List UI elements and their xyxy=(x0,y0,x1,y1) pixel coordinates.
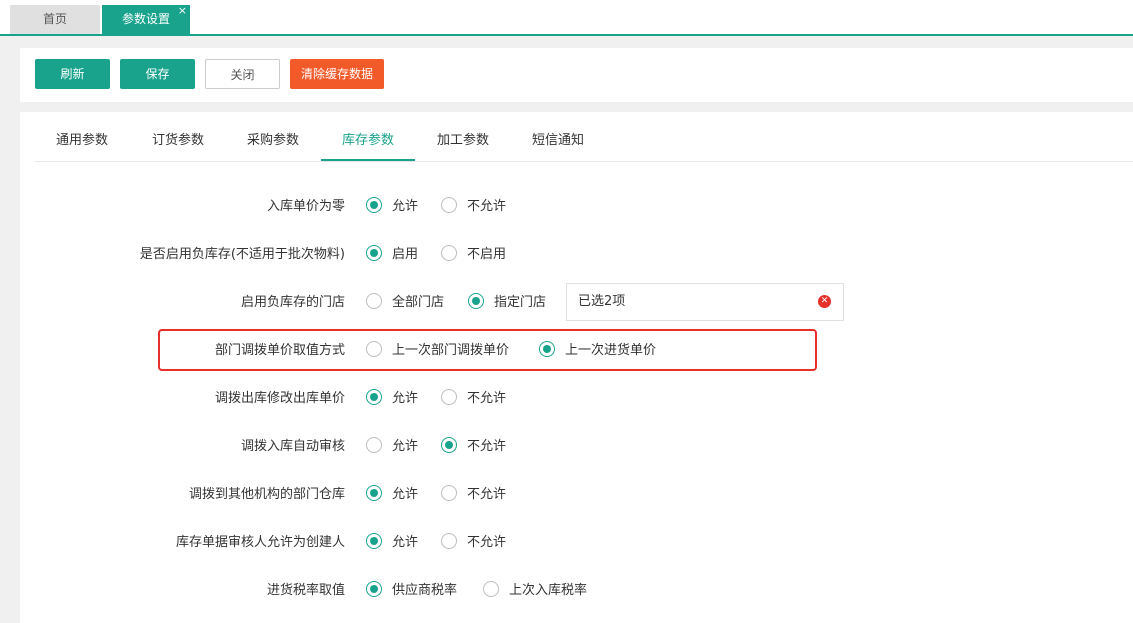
setting-row: 部门调拨单价取值方式 上一次部门调拨单价 上一次进货单价 xyxy=(20,338,1133,364)
radio-option[interactable]: 启用 xyxy=(366,242,418,268)
setting-label: 调拨出库修改出库单价 xyxy=(214,391,345,406)
radio-option[interactable]: 不允许 xyxy=(441,434,506,460)
setting-label: 库存单据审核人允许为创建人 xyxy=(175,535,345,550)
setting-row: 库存单据审核人允许为创建人 允许 不允许 xyxy=(20,530,1133,556)
option-label: 不允许 xyxy=(467,391,507,406)
option-label: 上一次部门调拨单价 xyxy=(392,343,510,358)
close-button[interactable]: 关闭 xyxy=(205,59,280,89)
radio-option[interactable]: 供应商税率 xyxy=(366,578,457,604)
selected-stores-field[interactable]: 已选2项 ✕ xyxy=(566,283,844,321)
radio-option[interactable]: 允许 xyxy=(366,434,418,460)
radio-icon[interactable] xyxy=(366,485,382,501)
option-label: 不允许 xyxy=(467,487,507,502)
selected-stores-value: 已选2项 xyxy=(578,294,626,309)
tab-purchasing[interactable]: 采购参数 xyxy=(226,112,320,161)
radio-icon[interactable] xyxy=(366,197,382,213)
radio-option[interactable]: 上一次进货单价 xyxy=(539,338,656,364)
tab-ordering[interactable]: 订货参数 xyxy=(131,112,225,161)
radio-icon[interactable] xyxy=(366,389,382,405)
radio-icon[interactable] xyxy=(366,341,382,357)
settings-panel: 通用参数 订货参数 采购参数 库存参数 加工参数 短信通知 入库单价为零 允许 … xyxy=(20,112,1133,623)
setting-label: 调拨入库自动审核 xyxy=(240,439,345,454)
radio-icon[interactable] xyxy=(441,389,457,405)
tab-inventory[interactable]: 库存参数 xyxy=(321,112,415,161)
setting-row: 入库单价为零 允许 不允许 xyxy=(20,194,1133,220)
tab-sms[interactable]: 短信通知 xyxy=(511,112,605,161)
radio-icon[interactable] xyxy=(441,197,457,213)
option-label: 允许 xyxy=(392,199,419,214)
refresh-button[interactable]: 刷新 xyxy=(35,59,110,89)
tab-params-settings[interactable]: 参数设置 × xyxy=(102,4,190,34)
tab-home[interactable]: 首页 xyxy=(10,5,100,34)
option-label: 全部门店 xyxy=(392,295,445,310)
option-label: 上一次进货单价 xyxy=(565,343,657,358)
setting-label: 调拨到其他机构的部门仓库 xyxy=(188,487,345,502)
option-label: 不允许 xyxy=(467,199,507,214)
radio-icon[interactable] xyxy=(441,245,457,261)
tab-processing[interactable]: 加工参数 xyxy=(416,112,510,161)
toolbar: 刷新 保存 关闭 清除缓存数据 xyxy=(20,48,1133,102)
option-label: 允许 xyxy=(392,439,419,454)
setting-row: 调拨入库自动审核 允许 不允许 xyxy=(20,434,1133,460)
option-label: 上次入库税率 xyxy=(509,583,588,598)
close-icon[interactable]: × xyxy=(178,0,187,25)
clear-icon[interactable]: ✕ xyxy=(818,295,831,308)
radio-option[interactable]: 全部门店 xyxy=(366,290,444,316)
tab-bar-divider xyxy=(0,34,1133,36)
option-label: 允许 xyxy=(392,535,419,550)
setting-row: 调拨出库修改出库单价 允许 不允许 xyxy=(20,386,1133,412)
clear-cache-button[interactable]: 清除缓存数据 xyxy=(290,59,384,89)
radio-icon[interactable] xyxy=(366,437,382,453)
setting-label: 启用负库存的门店 xyxy=(240,295,345,310)
radio-icon[interactable] xyxy=(483,581,499,597)
radio-icon[interactable] xyxy=(366,293,382,309)
option-label: 供应商税率 xyxy=(392,583,458,598)
option-label: 指定门店 xyxy=(494,295,547,310)
radio-icon[interactable] xyxy=(441,485,457,501)
radio-option[interactable]: 不允许 xyxy=(441,482,506,508)
save-button[interactable]: 保存 xyxy=(120,59,195,89)
radio-option[interactable]: 不允许 xyxy=(441,194,506,220)
tab-general[interactable]: 通用参数 xyxy=(35,112,129,161)
radio-icon[interactable] xyxy=(468,293,484,309)
radio-icon[interactable] xyxy=(441,437,457,453)
sub-tab-bar: 通用参数 订货参数 采购参数 库存参数 加工参数 短信通知 xyxy=(35,112,1133,162)
radio-option[interactable]: 不允许 xyxy=(441,386,506,412)
radio-icon[interactable] xyxy=(441,533,457,549)
option-label: 启用 xyxy=(392,247,419,262)
top-tab-bar: 首页 参数设置 × xyxy=(0,0,1133,36)
radio-option[interactable]: 上一次部门调拨单价 xyxy=(366,338,509,364)
radio-option[interactable]: 允许 xyxy=(366,194,418,220)
radio-icon[interactable] xyxy=(366,581,382,597)
setting-label: 进货税率取值 xyxy=(266,583,345,598)
setting-label: 入库单价为零 xyxy=(266,199,345,214)
setting-label: 部门调拨单价取值方式 xyxy=(214,343,345,358)
setting-row: 进货税率取值 供应商税率 上次入库税率 xyxy=(20,578,1133,604)
setting-label: 是否启用负库存(不适用于批次物料) xyxy=(139,247,345,262)
radio-option[interactable]: 允许 xyxy=(366,482,418,508)
option-label: 不允许 xyxy=(467,439,507,454)
radio-option[interactable]: 允许 xyxy=(366,530,418,556)
radio-option[interactable]: 不启用 xyxy=(441,242,506,268)
option-label: 允许 xyxy=(392,487,419,502)
option-label: 不启用 xyxy=(467,247,507,262)
option-label: 允许 xyxy=(392,391,419,406)
radio-option[interactable]: 上次入库税率 xyxy=(483,578,587,604)
radio-option[interactable]: 允许 xyxy=(366,386,418,412)
radio-icon[interactable] xyxy=(366,533,382,549)
tab-label: 参数设置 xyxy=(121,12,170,26)
option-label: 不允许 xyxy=(467,535,507,550)
setting-row: 调拨到其他机构的部门仓库 允许 不允许 xyxy=(20,482,1133,508)
radio-icon[interactable] xyxy=(366,245,382,261)
radio-option[interactable]: 指定门店 xyxy=(468,290,546,316)
radio-option[interactable]: 不允许 xyxy=(441,530,506,556)
setting-row: 是否启用负库存(不适用于批次物料) 启用 不启用 xyxy=(20,242,1133,268)
radio-icon[interactable] xyxy=(539,341,555,357)
